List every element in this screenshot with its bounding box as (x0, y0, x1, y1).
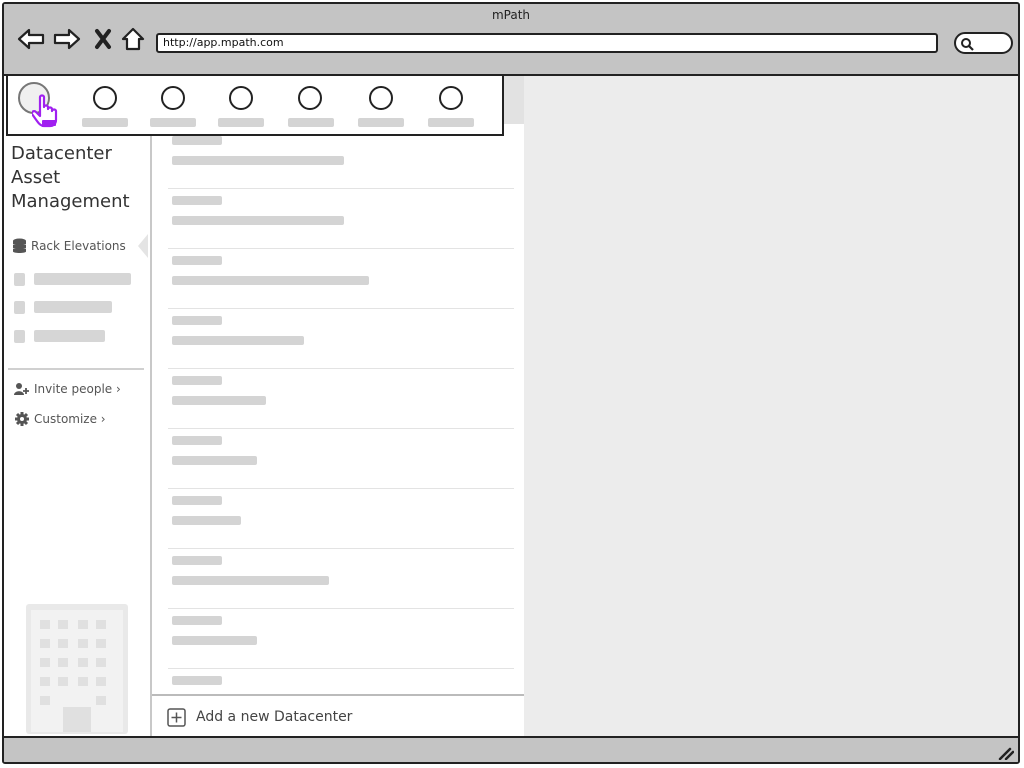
item-subtitle (172, 276, 369, 285)
item-subtitle (172, 156, 344, 165)
tab-7[interactable] (428, 86, 476, 130)
customize-label: Customize › (34, 412, 106, 426)
database-icon (13, 238, 26, 253)
app-title-line: Management (11, 191, 130, 212)
app-title-line: Asset (11, 167, 61, 188)
item-subtitle (172, 456, 257, 465)
gear-icon (15, 412, 29, 426)
list-item[interactable] (168, 248, 514, 309)
item-subtitle (172, 396, 266, 405)
sidebar-item-placeholder[interactable] (14, 272, 131, 286)
list-item[interactable] (168, 128, 514, 189)
tab-label (218, 118, 264, 127)
tab-circle (93, 86, 117, 110)
app-title: Datacenter Asset Management (11, 142, 143, 214)
home-icon[interactable] (118, 24, 148, 54)
tab-label (150, 118, 196, 127)
status-bar (4, 736, 1018, 762)
list-item[interactable] (168, 368, 514, 429)
add-user-icon (14, 383, 29, 395)
tab-circle (229, 86, 253, 110)
datacenter-list: Add a new Datacenter (152, 76, 524, 738)
item-subtitle (172, 636, 257, 645)
sidebar-item-placeholder[interactable] (14, 300, 112, 314)
tab-circle (439, 86, 463, 110)
invite-people-label: Invite people › (34, 382, 121, 396)
sidebar-item-placeholder[interactable] (14, 329, 105, 343)
sidebar-divider (8, 368, 144, 370)
list-item[interactable] (168, 608, 514, 669)
item-title (172, 136, 222, 145)
building-icon (26, 604, 128, 738)
item-title (172, 496, 222, 505)
plus-square-icon (167, 707, 186, 727)
invite-people-link[interactable]: Invite people › (14, 380, 121, 398)
item-title (172, 556, 222, 565)
tab-label (358, 118, 404, 127)
add-datacenter-label: Add a new Datacenter (196, 709, 353, 725)
list-item[interactable] (168, 488, 514, 549)
tab-5[interactable] (288, 86, 336, 130)
item-subtitle (172, 216, 344, 225)
item-title (172, 676, 222, 685)
tab-4[interactable] (218, 86, 266, 130)
item-title (172, 616, 222, 625)
tab-6[interactable] (358, 86, 406, 130)
customize-link[interactable]: Customize › (14, 410, 106, 428)
tab-circle (369, 86, 393, 110)
add-datacenter-button[interactable]: Add a new Datacenter (152, 694, 524, 738)
tab-circle (161, 86, 185, 110)
placeholder-icon (14, 300, 25, 314)
sidebar: Datacenter Asset Management Rack Elevati… (4, 76, 152, 738)
tab-2[interactable] (82, 86, 130, 130)
placeholder-label (34, 273, 131, 285)
resize-grip-icon[interactable] (998, 746, 1014, 760)
icon-tab-bar (6, 74, 504, 136)
list-item[interactable] (168, 428, 514, 489)
item-title (172, 376, 222, 385)
placeholder-label (34, 330, 105, 342)
tab-label (428, 118, 474, 127)
item-title (172, 196, 222, 205)
item-title (172, 256, 222, 265)
close-x-icon[interactable] (88, 24, 118, 54)
list-header-strip (502, 76, 524, 124)
back-arrow-icon[interactable] (16, 24, 46, 54)
sidebar-item-rack-elevations[interactable]: Rack Elevations (12, 234, 152, 258)
browser-window: mPath http://app.mpath.com Datacenter As… (2, 2, 1020, 764)
forward-arrow-icon[interactable] (52, 24, 82, 54)
item-title (172, 436, 222, 445)
browser-toolbar: mPath http://app.mpath.com (4, 4, 1018, 76)
tab-label (82, 118, 128, 127)
browser-search[interactable] (954, 32, 1013, 54)
item-title (172, 316, 222, 325)
sidebar-item-label: Rack Elevations (31, 239, 126, 253)
placeholder-icon (14, 329, 25, 343)
list-item[interactable] (168, 548, 514, 609)
tab-label (288, 118, 334, 127)
placeholder-label (34, 301, 112, 313)
window-title: mPath (491, 8, 531, 22)
search-icon (961, 38, 974, 51)
list-item[interactable] (168, 308, 514, 369)
tab-3[interactable] (150, 86, 198, 130)
detail-pane (524, 76, 1018, 738)
tab-1[interactable] (12, 82, 60, 128)
app-title-line: Datacenter (11, 143, 112, 164)
placeholder-icon (14, 272, 25, 286)
active-indicator (138, 234, 148, 258)
url-input[interactable]: http://app.mpath.com (156, 33, 938, 53)
item-subtitle (172, 576, 329, 585)
hand-pointer-icon (32, 94, 58, 128)
item-subtitle (172, 516, 241, 525)
tab-circle (298, 86, 322, 110)
list-item[interactable] (168, 188, 514, 249)
item-subtitle (172, 336, 304, 345)
